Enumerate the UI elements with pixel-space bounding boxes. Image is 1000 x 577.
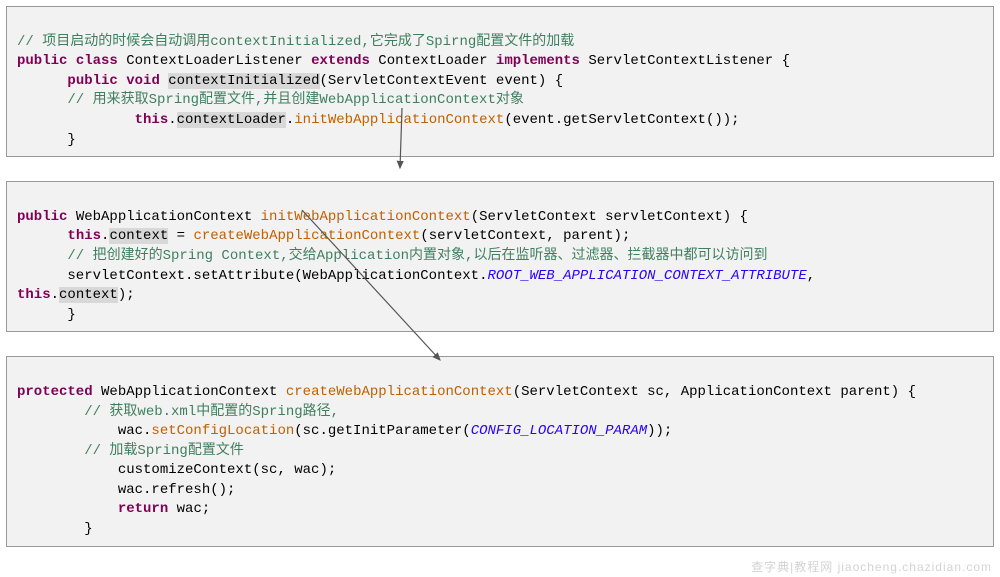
keyword-class: class — [76, 53, 118, 69]
keyword-public: public — [67, 73, 117, 89]
method-decl: initWebApplicationContext — [261, 209, 471, 225]
keyword-protected: protected — [17, 384, 93, 400]
method-params: (ServletContext servletContext) { — [471, 209, 748, 225]
keyword-this: this — [17, 287, 51, 303]
highlighted-field: contextLoader — [177, 112, 286, 128]
comment: // 获取web.xml中配置的Spring路径, — [17, 404, 339, 420]
keyword-void: void — [126, 73, 160, 89]
method-call: initWebApplicationContext — [294, 112, 504, 128]
return-type: WebApplicationContext — [93, 384, 286, 400]
constant: ROOT_WEB_APPLICATION_CONTEXT_ATTRIBUTE — [487, 268, 806, 284]
method-params: (ServletContextEvent event) { — [320, 73, 564, 89]
highlighted-field: context — [59, 287, 118, 303]
stmt: wac. — [17, 423, 151, 439]
comment: // 加载Spring配置文件 — [17, 443, 244, 459]
keyword-public: public — [17, 53, 67, 69]
code-block-2: public WebApplicationContext initWebAppl… — [6, 181, 994, 332]
return-type: WebApplicationContext — [67, 209, 260, 225]
keyword-implements: implements — [496, 53, 580, 69]
method-decl: createWebApplicationContext — [286, 384, 513, 400]
stmt: servletContext.setAttribute(WebApplicati… — [17, 268, 487, 284]
highlighted-field: context — [109, 228, 168, 244]
code-block-1: // 项目启动的时候会自动调用contextInitialized,它完成了Sp… — [6, 6, 994, 157]
watermark: 查字典|教程网 jiaocheng.chazidian.com — [751, 558, 992, 575]
call-args: (servletContext, parent); — [420, 228, 630, 244]
brace: } — [17, 521, 93, 537]
highlighted-method: contextInitialized — [168, 73, 319, 89]
method-call: createWebApplicationContext — [193, 228, 420, 244]
keyword-this: this — [135, 112, 169, 128]
superclass: ContextLoader — [370, 53, 496, 69]
class-name: ContextLoaderListener — [118, 53, 311, 69]
brace: } — [17, 132, 76, 148]
method-params: (ServletContext sc, ApplicationContext p… — [513, 384, 916, 400]
comment: // 项目启动的时候会自动调用contextInitialized,它完成了Sp… — [17, 34, 574, 50]
comment: // 把创建好的Spring Context,交给Application内置对象… — [17, 248, 767, 264]
comment: // 用来获取Spring配置文件,并且创建WebApplicationCont… — [17, 92, 524, 108]
method-call: setConfigLocation — [151, 423, 294, 439]
interface: ServletContextListener { — [580, 53, 790, 69]
brace: } — [17, 307, 76, 323]
call-args: (event.getServletContext()); — [504, 112, 739, 128]
keyword-extends: extends — [311, 53, 370, 69]
keyword-public: public — [17, 209, 67, 225]
stmt: customizeContext(sc, wac); — [17, 462, 336, 478]
constant: CONFIG_LOCATION_PARAM — [471, 423, 647, 439]
keyword-return: return — [118, 501, 168, 517]
keyword-this: this — [67, 228, 101, 244]
code-block-3: protected WebApplicationContext createWe… — [6, 356, 994, 546]
stmt: wac.refresh(); — [17, 482, 235, 498]
